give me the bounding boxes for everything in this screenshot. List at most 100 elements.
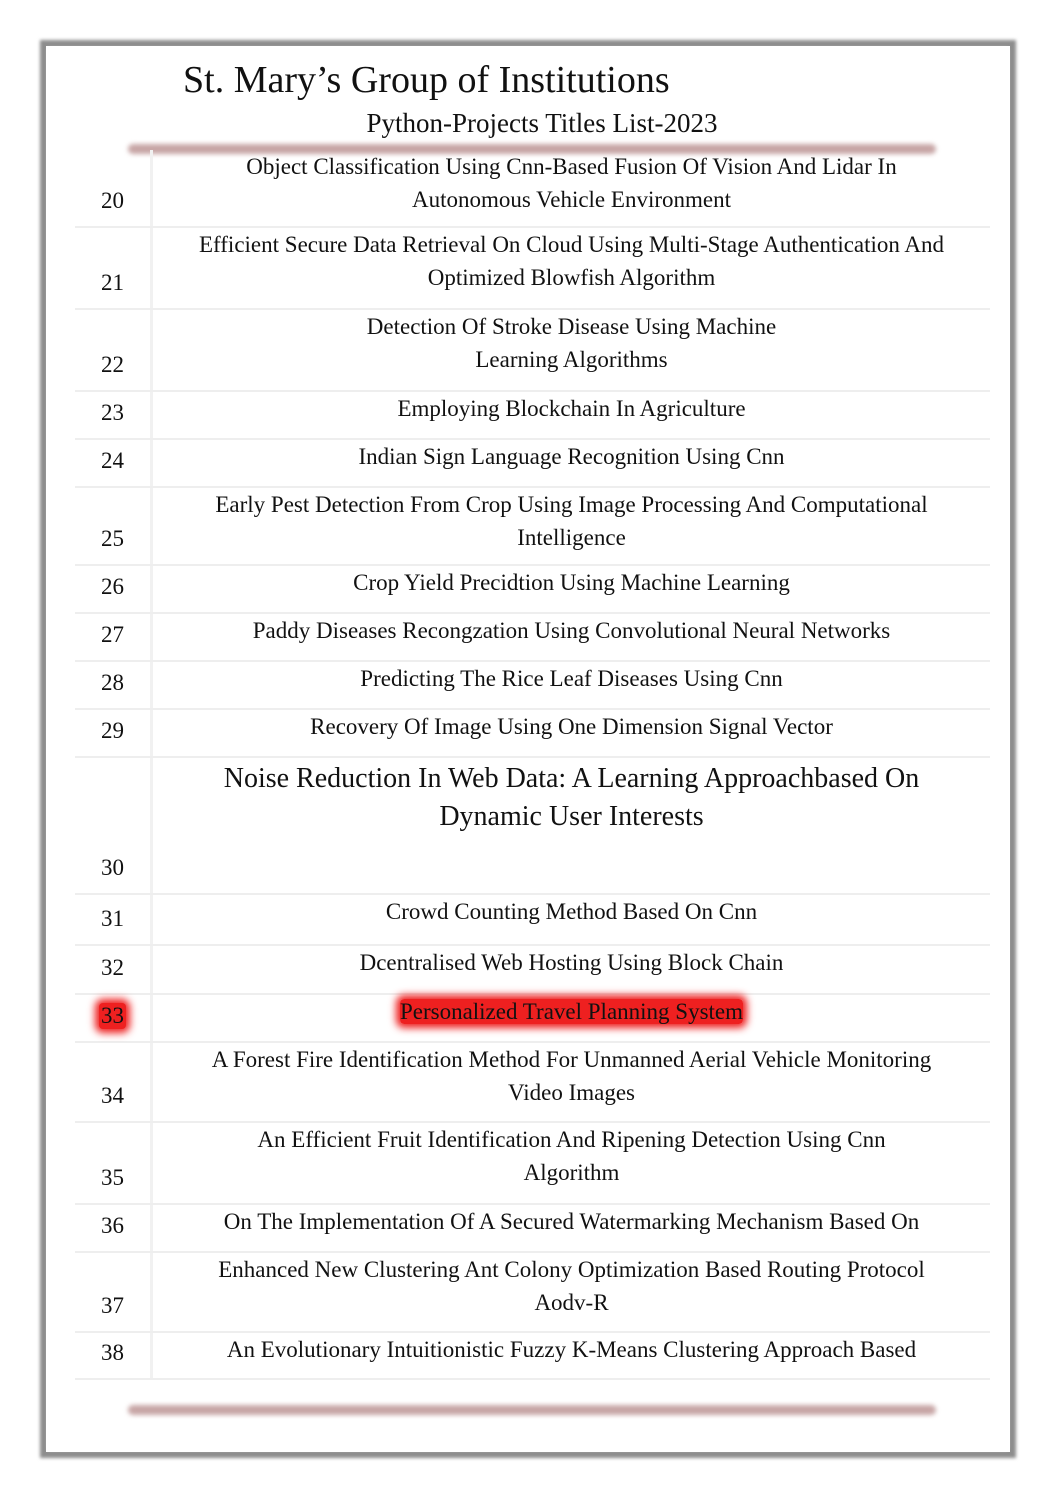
project-number: 36	[101, 1213, 124, 1238]
project-title-cell: Efficient Secure Data Retrieval On Cloud…	[153, 228, 990, 308]
project-number: 23	[101, 400, 124, 425]
project-number-cell: 37	[75, 1253, 153, 1331]
project-number: 33	[99, 1003, 126, 1029]
project-number: 32	[101, 955, 124, 980]
project-title-cell: A Forest Fire Identification Method For …	[153, 1043, 990, 1121]
project-title-line: Employing Blockchain In Agriculture	[397, 396, 746, 421]
project-number: 20	[101, 188, 124, 213]
project-title-line: Recovery Of Image Using One Dimension Si…	[310, 714, 833, 739]
project-number: 29	[101, 718, 124, 743]
project-number-cell: 29	[75, 710, 153, 756]
project-number-cell: 22	[75, 310, 153, 390]
project-number-cell: 33	[75, 995, 153, 1041]
project-number: 27	[101, 622, 124, 647]
project-number-cell: 21	[75, 228, 153, 308]
project-number-cell: 20	[75, 150, 153, 226]
project-title-cell: Indian Sign Language Recognition Using C…	[153, 440, 990, 486]
table-row: 29 Recovery Of Image Using One Dimension …	[75, 710, 990, 758]
project-title-line: A Forest Fire Identification Method For …	[211, 1047, 932, 1072]
table-row: 26 Crop Yield Precidtion Using Machine Le…	[75, 566, 990, 614]
project-title-cell: Predicting The Rice Leaf Diseases Using …	[153, 662, 990, 708]
project-number-cell: 30	[75, 758, 153, 893]
project-number: 24	[101, 448, 124, 473]
project-number-cell: 25	[75, 488, 153, 564]
project-title-line: Crowd Counting Method Based On Cnn	[385, 899, 758, 924]
table-row: 36 On The Implementation Of A Secured Wat…	[75, 1205, 990, 1253]
project-number: 38	[101, 1340, 124, 1365]
project-title-cell: Enhanced New Clustering Ant Colony Optim…	[153, 1253, 990, 1331]
project-number: 31	[101, 906, 124, 931]
list-subtitle: Python-Projects Titles List-2023	[366, 108, 718, 138]
table-row: 25 Early Pest Detection From Crop Using I…	[75, 488, 990, 566]
project-number: 34	[101, 1083, 124, 1108]
project-title-line: Algorithm	[523, 1160, 620, 1185]
table-row: 30 Noise Reduction In Web Data: A Learnin…	[75, 758, 990, 895]
project-title-cell: Object Classification Using Cnn-Based Fu…	[153, 150, 990, 226]
project-number-cell: 23	[75, 392, 153, 438]
project-number-cell: 26	[75, 566, 153, 612]
project-title-line: An Efficient Fruit Identification And Ri…	[257, 1127, 886, 1152]
table-row: 33 Personalized Travel Planning System	[75, 995, 990, 1043]
project-title-line: An Evolutionary Intuitionistic Fuzzy K-M…	[226, 1337, 917, 1362]
project-number-cell: 36	[75, 1205, 153, 1251]
project-title-cell: Noise Reduction In Web Data: A Learning …	[153, 758, 990, 893]
project-number: 21	[101, 270, 124, 295]
project-title-cell: An Efficient Fruit Identification And Ri…	[153, 1123, 990, 1203]
project-number: 35	[101, 1165, 124, 1190]
project-title-line: Crop Yield Precidtion Using Machine Lear…	[353, 570, 790, 595]
table-row: 24 Indian Sign Language Recognition Using…	[75, 440, 990, 488]
project-title-line: Dcentralised Web Hosting Using Block Cha…	[359, 950, 784, 975]
project-title-cell: Dcentralised Web Hosting Using Block Cha…	[153, 946, 990, 993]
project-title-cell: Crop Yield Precidtion Using Machine Lear…	[153, 566, 990, 612]
project-title-line: Intelligence	[517, 525, 626, 550]
project-table: 20 Object Classification Using Cnn-Based …	[75, 150, 990, 1380]
project-number: 25	[101, 526, 124, 551]
project-title-line: Video Images	[508, 1080, 635, 1105]
project-title-cell: Recovery Of Image Using One Dimension Si…	[153, 710, 990, 756]
project-title-line: Learning Algorithms	[475, 347, 668, 372]
project-title-cell: Crowd Counting Method Based On Cnn	[153, 895, 990, 944]
bottom-divider	[128, 1405, 936, 1415]
project-number: 37	[101, 1293, 124, 1318]
table-row: 27 Paddy Diseases Recongzation Using Conv…	[75, 614, 990, 662]
project-title-line: Aodv-R	[534, 1290, 609, 1315]
table-row: 32 Dcentralised Web Hosting Using Block C…	[75, 946, 990, 995]
project-title-line: Noise Reduction In Web Data: A Learning …	[223, 763, 920, 794]
table-row: 20 Object Classification Using Cnn-Based …	[75, 150, 990, 228]
institution-title: St. Mary’s Group of Institutions	[183, 59, 670, 101]
project-title-line: Enhanced New Clustering Ant Colony Optim…	[218, 1257, 925, 1282]
project-title-cell: Early Pest Detection From Crop Using Ima…	[153, 488, 990, 564]
project-number-cell: 24	[75, 440, 153, 486]
project-number-cell: 32	[75, 946, 153, 993]
project-title-line: Early Pest Detection From Crop Using Ima…	[215, 492, 928, 517]
table-row: 22 Detection Of Stroke Disease Using Mach…	[75, 310, 990, 392]
project-title-line: Efficient Secure Data Retrieval On Cloud…	[198, 232, 944, 257]
project-number-cell: 28	[75, 662, 153, 708]
project-title-cell: Personalized Travel Planning System	[153, 995, 990, 1041]
table-row: 28 Predicting The Rice Leaf Diseases Usin…	[75, 662, 990, 710]
table-row: 37 Enhanced New Clustering Ant Colony Opt…	[75, 1253, 990, 1333]
project-number-cell: 35	[75, 1123, 153, 1203]
table-row: 38 An Evolutionary Intuitionistic Fuzzy K…	[75, 1333, 990, 1380]
project-number: 26	[101, 574, 124, 599]
project-title-cell: Paddy Diseases Recongzation Using Convol…	[153, 614, 990, 660]
project-number: 22	[101, 352, 124, 377]
project-title-line: Dynamic User Interests	[439, 801, 704, 832]
table-row: 23 Employing Blockchain In Agriculture	[75, 392, 990, 440]
project-title-line: Personalized Travel Planning System	[399, 999, 744, 1024]
project-title-line: Object Classification Using Cnn-Based Fu…	[246, 154, 897, 179]
project-number-cell: 31	[75, 895, 153, 944]
table-row: 34 A Forest Fire Identification Method Fo…	[75, 1043, 990, 1123]
project-title-line: Paddy Diseases Recongzation Using Convol…	[252, 618, 891, 643]
project-number-cell: 38	[75, 1333, 153, 1378]
project-title-line: On The Implementation Of A Secured Water…	[223, 1209, 920, 1234]
project-title-line: Optimized Blowfish Algorithm	[427, 265, 716, 290]
project-title-line: Detection Of Stroke Disease Using Machin…	[366, 314, 777, 339]
project-title-cell: On The Implementation Of A Secured Water…	[153, 1205, 990, 1251]
table-row: 31 Crowd Counting Method Based On Cnn	[75, 895, 990, 946]
project-title-cell: An Evolutionary Intuitionistic Fuzzy K-M…	[153, 1333, 990, 1378]
project-title-line: Indian Sign Language Recognition Using C…	[358, 444, 785, 469]
project-number: 28	[101, 670, 124, 695]
project-number-cell: 27	[75, 614, 153, 660]
project-title-line: Autonomous Vehicle Environment	[412, 187, 731, 212]
